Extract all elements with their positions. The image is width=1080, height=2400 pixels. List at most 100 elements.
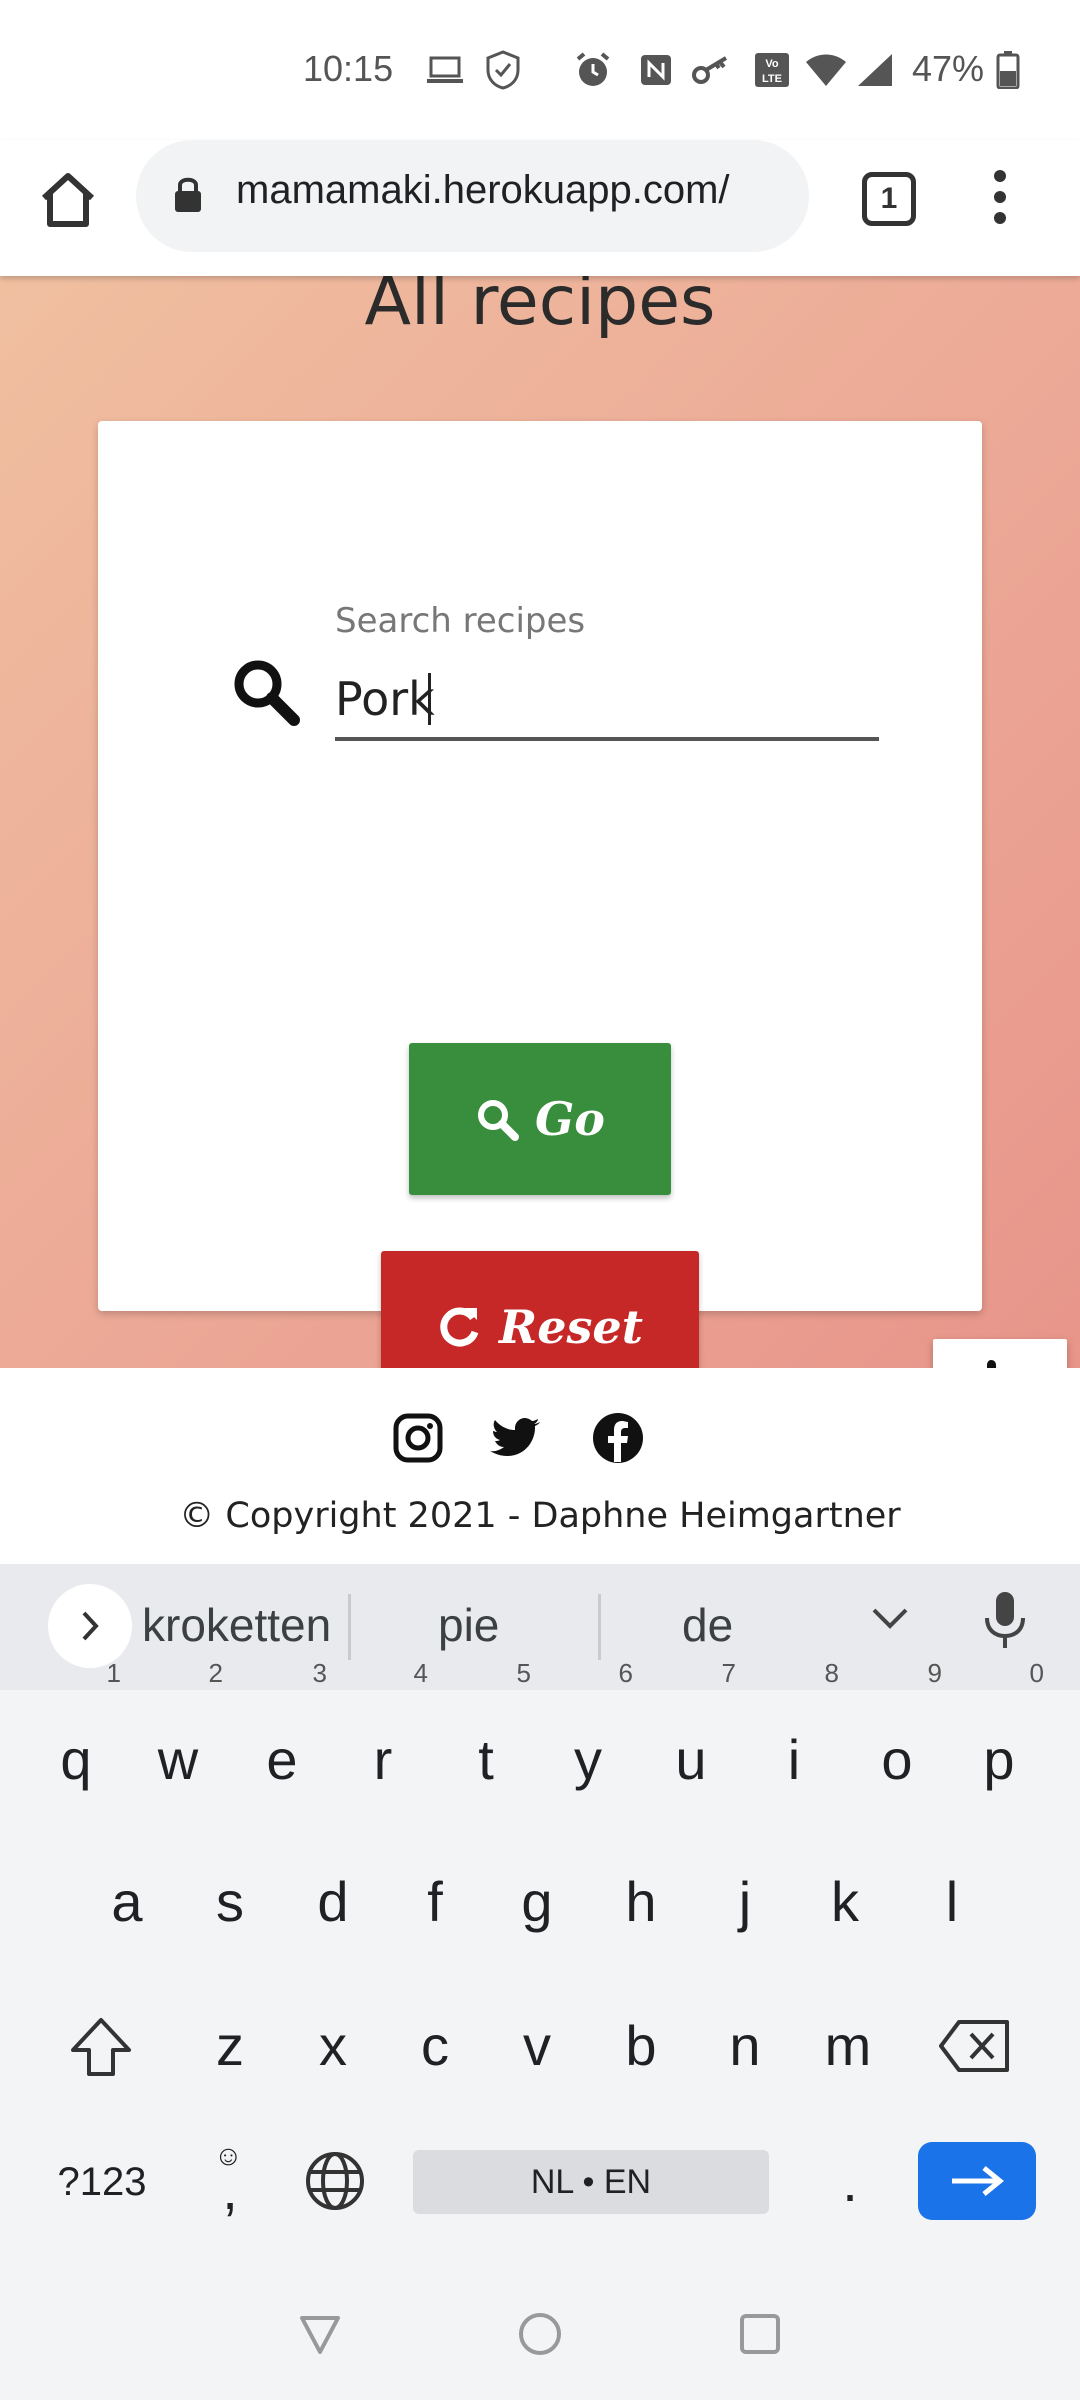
key-label: t	[478, 1728, 494, 1791]
key-x[interactable]: x	[288, 1986, 378, 2106]
instagram-icon[interactable]	[390, 1410, 446, 1466]
site-footer: © Copyright 2021 - Daphne Heimgartner	[0, 1368, 1080, 1564]
address-bar[interactable]: mamamaki.herokuapp.com/	[136, 140, 809, 252]
key-label: e	[266, 1728, 298, 1791]
key-g[interactable]: g	[492, 1842, 582, 1962]
key-n[interactable]: n	[700, 1986, 790, 2106]
status-bar: 10:15 Vo LTE 47%	[0, 0, 1080, 140]
text-caret	[428, 673, 431, 725]
reset-label: Reset	[499, 1300, 643, 1354]
key-b[interactable]: b	[596, 1986, 686, 2106]
reset-button[interactable]: Reset	[381, 1251, 699, 1368]
emoji-comma-key[interactable]: ☺ ,	[186, 2130, 274, 2250]
key-i[interactable]: i8	[749, 1660, 839, 1820]
key-hint: 9	[927, 1658, 942, 1688]
key-c[interactable]: c	[390, 1986, 480, 2106]
suggestion-1[interactable]: kroketten	[142, 1598, 331, 1652]
key-label: u	[675, 1728, 707, 1791]
chevron-down-icon[interactable]	[870, 1606, 910, 1636]
search-input[interactable]	[335, 661, 879, 741]
key-a[interactable]: a	[82, 1842, 172, 1962]
suggestion-3[interactable]: de	[682, 1598, 733, 1652]
key-h[interactable]: h	[596, 1842, 686, 1962]
backspace-icon[interactable]	[930, 1986, 1020, 2106]
key-q[interactable]: q1	[31, 1660, 121, 1820]
key-icon	[692, 50, 732, 90]
search-icon	[478, 1100, 520, 1141]
scroll-top-button[interactable]	[933, 1339, 1067, 1368]
key-k[interactable]: k	[800, 1842, 890, 1962]
key-t[interactable]: t5	[441, 1660, 531, 1820]
key-u[interactable]: u7	[646, 1660, 736, 1820]
recents-square-icon[interactable]	[736, 2310, 784, 2358]
home-circle-icon[interactable]	[516, 2310, 564, 2358]
tab-switcher-button[interactable]: 1	[862, 172, 916, 226]
search-icon	[230, 656, 302, 728]
key-label: i	[787, 1728, 801, 1791]
key-hint: 1	[106, 1658, 121, 1688]
search-label: Search recipes	[335, 601, 586, 641]
shift-icon[interactable]	[56, 1986, 146, 2106]
symbols-key[interactable]: ?123	[50, 2122, 154, 2242]
globe-icon[interactable]	[290, 2122, 380, 2242]
home-icon[interactable]	[36, 168, 100, 232]
go-label: Go	[535, 1092, 605, 1146]
browser-toolbar: mamamaki.herokuapp.com/ 1	[0, 140, 1080, 276]
suggestion-divider	[348, 1594, 351, 1660]
overflow-menu-icon[interactable]	[988, 170, 1012, 230]
key-w[interactable]: w2	[133, 1660, 223, 1820]
key-y[interactable]: y6	[543, 1660, 633, 1820]
period-key[interactable]: .	[805, 2122, 895, 2242]
search-card: Search recipes Go Reset	[98, 421, 1067, 1368]
recipes-hero: Search recipes Go Reset	[0, 276, 1080, 1368]
key-d[interactable]: d	[288, 1842, 378, 1962]
key-j[interactable]: j	[700, 1842, 790, 1962]
emoji-icon: ☺	[214, 2140, 243, 2171]
key-label: p	[983, 1728, 1015, 1791]
battery-percent: 47%	[912, 48, 985, 89]
key-label: w	[157, 1728, 199, 1791]
suggestion-strip: kroketten pie de	[0, 1564, 1080, 1690]
key-label: q	[60, 1728, 92, 1791]
microphone-icon[interactable]	[980, 1590, 1030, 1656]
space-key[interactable]: NL • EN	[413, 2150, 769, 2214]
volte-icon: Vo LTE	[752, 50, 792, 90]
go-button[interactable]: Go	[409, 1043, 671, 1195]
key-p[interactable]: p0	[954, 1660, 1044, 1820]
key-hint: 3	[312, 1658, 327, 1688]
url-text: mamamaki.herokuapp.com/	[236, 168, 730, 212]
key-l[interactable]: l	[907, 1842, 997, 1962]
alarm-icon	[573, 50, 613, 90]
enter-arrow-icon[interactable]	[918, 2142, 1036, 2220]
key-hint: 8	[824, 1658, 839, 1688]
laptop-icon	[425, 50, 465, 90]
status-time: 10:15	[303, 48, 394, 89]
nfc-icon	[636, 50, 676, 90]
key-hint: 0	[1029, 1658, 1044, 1688]
copyright-text: © Copyright 2021 - Daphne Heimgartner	[179, 1496, 901, 1536]
twitter-icon[interactable]	[488, 1410, 544, 1466]
svg-text:LTE: LTE	[762, 73, 782, 85]
key-o[interactable]: o9	[852, 1660, 942, 1820]
key-hint: 2	[208, 1658, 223, 1688]
shield-icon	[483, 50, 523, 90]
key-r[interactable]: r4	[338, 1660, 428, 1820]
key-hint: 5	[516, 1658, 531, 1688]
key-z[interactable]: z	[185, 1986, 275, 2106]
battery-icon	[993, 50, 1023, 90]
back-triangle-icon[interactable]	[296, 2310, 344, 2358]
key-f[interactable]: f	[390, 1842, 480, 1962]
key-label: r	[373, 1728, 393, 1791]
chevron-right-icon[interactable]	[48, 1584, 132, 1668]
key-hint: 7	[721, 1658, 736, 1688]
key-s[interactable]: s	[185, 1842, 275, 1962]
svg-text:Vo: Vo	[765, 58, 779, 70]
key-v[interactable]: v	[492, 1986, 582, 2106]
key-e[interactable]: e3	[237, 1660, 327, 1820]
key-label: o	[881, 1728, 913, 1791]
facebook-icon[interactable]	[590, 1410, 646, 1466]
key-label: y	[574, 1728, 602, 1791]
pointing-hand-icon	[987, 1360, 996, 1368]
suggestion-2[interactable]: pie	[438, 1598, 499, 1652]
key-m[interactable]: m	[803, 1986, 893, 2106]
